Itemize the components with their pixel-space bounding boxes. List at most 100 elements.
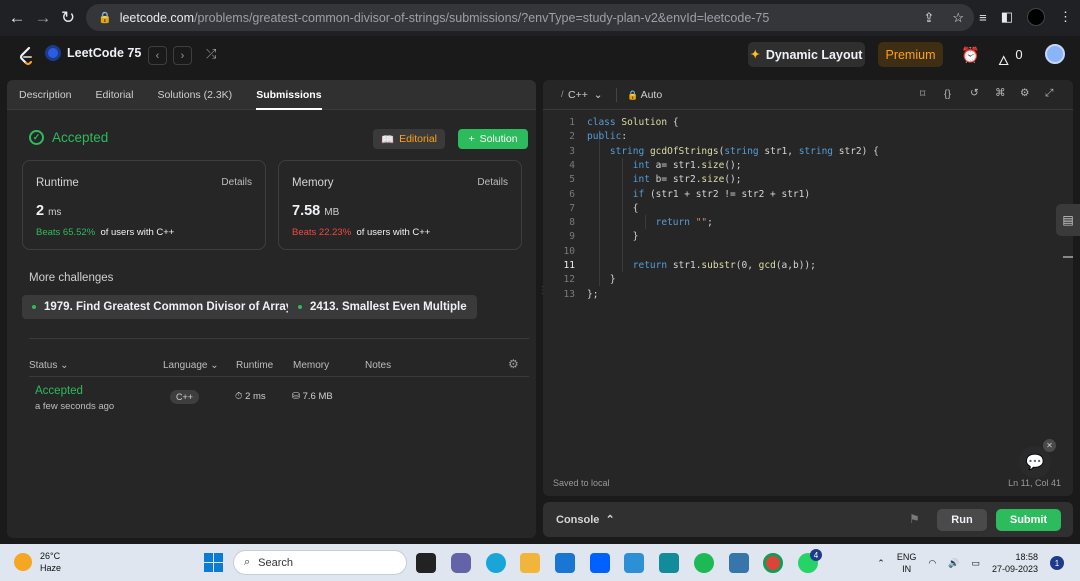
code-line: int b= str2.size(); — [632, 174, 742, 186]
study-plan-link[interactable]: LeetCode 75 — [45, 45, 141, 61]
dynamic-layout-label: Dynamic Layout — [765, 47, 863, 62]
shuffle-icon[interactable]: ⤮ — [206, 46, 216, 62]
python-icon[interactable] — [729, 553, 749, 573]
scrollbar-marker — [1063, 256, 1073, 258]
challenge-label: 2413. Smallest Even Multiple — [310, 301, 467, 313]
share-icon[interactable]: ⇪ — [923, 10, 934, 26]
bookmark-icon[interactable]: ⌑ — [920, 88, 925, 100]
more-challenges-title: More challenges — [29, 272, 114, 284]
tab-editorial[interactable]: Editorial — [84, 80, 146, 110]
edge-icon[interactable] — [486, 553, 506, 573]
runtime-card[interactable]: Runtime Details 2 ms Beats 65.52% of user… — [22, 160, 266, 250]
streak-counter[interactable]: 🜂 0 — [998, 47, 1023, 73]
code-line: } — [587, 231, 639, 243]
bug-icon[interactable]: ⚑ — [909, 512, 920, 526]
memory-card[interactable]: Memory Details 7.58 MB Beats 22.23% of us… — [278, 160, 522, 250]
leetcode-logo-icon[interactable] — [18, 46, 34, 66]
line-number: 4 — [569, 159, 575, 171]
book-icon: 📖 — [380, 133, 395, 146]
forward-icon[interactable]: → — [30, 5, 56, 31]
weather-widget[interactable]: 26°C Haze — [14, 550, 61, 574]
settings-gear-icon[interactable]: ⚙ — [1020, 87, 1029, 99]
status-header[interactable]: Status ⌄ — [29, 360, 69, 371]
premium-button[interactable]: Premium — [878, 42, 943, 67]
challenge-item[interactable]: 2413. Smallest Even Multiple — [288, 295, 477, 319]
line-number: 12 — [563, 274, 575, 286]
editorial-button[interactable]: 📖 Editorial — [373, 129, 445, 149]
shortcut-cmd-icon[interactable]: ⌘ — [995, 87, 1006, 99]
solution-label: Solution — [479, 133, 518, 145]
language-header[interactable]: Language ⌄ — [163, 360, 219, 371]
close-icon[interactable]: ✕ — [1043, 439, 1056, 452]
console-toggle[interactable]: Console ⌃ — [556, 513, 615, 526]
user-avatar[interactable] — [1045, 44, 1065, 64]
side-panel-icon[interactable]: ◧ — [1001, 9, 1013, 25]
tab-solutions[interactable]: Solutions (2.3K) — [145, 80, 244, 110]
auto-mode-toggle[interactable]: 🔒 Auto — [627, 89, 662, 101]
line-number: 6 — [569, 188, 575, 200]
memory-details-link[interactable]: Details — [477, 177, 508, 188]
wifi-icon[interactable]: ◠ — [928, 558, 936, 569]
plus-icon: + — [468, 133, 475, 145]
code-editor-panel: / C++ ⌄ 🔒 Auto ⌑ {} ↺ ⌘ ⚙ ⤢ 1 2 3 4 5 6 … — [543, 80, 1073, 496]
next-problem-button[interactable]: › — [173, 46, 192, 65]
teams-icon[interactable] — [451, 553, 471, 573]
chevron-up-icon[interactable]: ⌃ — [877, 558, 885, 569]
code-line: { — [587, 202, 639, 214]
toolbar-divider — [616, 88, 617, 102]
code-line: if (str1 + str2 != str2 + str1) — [632, 188, 811, 200]
back-icon[interactable]: ← — [4, 5, 30, 31]
solution-button[interactable]: + Solution — [458, 129, 528, 149]
taskbar-search[interactable]: ⌕ Search — [233, 550, 407, 575]
tab-submissions[interactable]: Submissions — [244, 80, 333, 110]
accepted-label: Accepted — [52, 130, 109, 145]
battery-icon[interactable]: ▭ — [971, 558, 980, 569]
runtime-title: Runtime — [36, 177, 79, 189]
spotify-icon[interactable] — [694, 553, 714, 573]
line-number: 2 — [569, 131, 575, 143]
submission-memory-value: 7.6 MB — [302, 391, 333, 402]
table-settings-gear-icon[interactable]: ⚙ — [508, 357, 519, 371]
dropbox-icon[interactable] — [590, 553, 610, 573]
submission-time: a few seconds ago — [35, 401, 115, 412]
prev-problem-button[interactable]: ‹ — [148, 46, 167, 65]
dynamic-layout-button[interactable]: ✦ Dynamic Layout — [748, 42, 865, 67]
reset-icon[interactable]: ↺ — [970, 87, 979, 99]
accepted-status: ✓ Accepted — [29, 130, 108, 145]
expand-icon[interactable]: ⤢ — [1045, 87, 1053, 100]
memory-beats: Beats 22.23% of users with C++ — [292, 227, 430, 238]
app-icon[interactable] — [624, 553, 644, 573]
menu-kebab-icon[interactable]: ⋮ — [1059, 9, 1072, 25]
volume-icon[interactable]: 🔊 — [948, 558, 959, 569]
tab-description[interactable]: Description — [7, 80, 84, 110]
notification-badge[interactable]: 1 — [1050, 556, 1064, 570]
format-braces-icon[interactable]: {} — [944, 88, 951, 100]
language-label: C++ — [568, 89, 588, 101]
clock[interactable]: 18:58 27-09-2023 — [992, 551, 1038, 575]
code-line: int a= str1.size(); — [632, 159, 742, 171]
challenge-item[interactable]: 1979. Find Greatest Common Divisor of Ar… — [22, 295, 303, 319]
bookmark-star-icon[interactable]: ☆ — [952, 10, 964, 26]
windows-start-icon[interactable] — [204, 553, 223, 572]
submit-button[interactable]: Submit — [996, 509, 1061, 531]
profile-avatar[interactable] — [1027, 8, 1045, 26]
task-view-icon[interactable] — [416, 553, 436, 573]
chrome-icon[interactable] — [763, 553, 783, 573]
line-number: 3 — [569, 145, 575, 157]
runtime-unit: ms — [48, 207, 62, 218]
input-language[interactable]: ENG IN — [897, 551, 917, 575]
app-icon[interactable] — [659, 553, 679, 573]
submission-status[interactable]: Accepted — [35, 385, 83, 397]
mail-icon[interactable] — [555, 553, 575, 573]
runtime-details-link[interactable]: Details — [221, 177, 252, 188]
address-bar[interactable]: 🔒 leetcode.com/problems/greatest-common-… — [86, 4, 974, 31]
reload-icon[interactable]: ↻ — [55, 5, 81, 31]
notes-sidebar-icon[interactable]: ▤ — [1056, 204, 1080, 236]
memory-title: Memory — [292, 177, 334, 189]
auto-mode-label: Auto — [640, 89, 663, 101]
file-explorer-icon[interactable] — [520, 553, 540, 573]
run-button[interactable]: Run — [937, 509, 987, 531]
alarm-clock-icon[interactable]: ⏰ — [961, 46, 980, 64]
language-select[interactable]: C++ ⌄ — [568, 89, 603, 101]
reading-list-icon[interactable]: ≡ — [979, 10, 987, 25]
